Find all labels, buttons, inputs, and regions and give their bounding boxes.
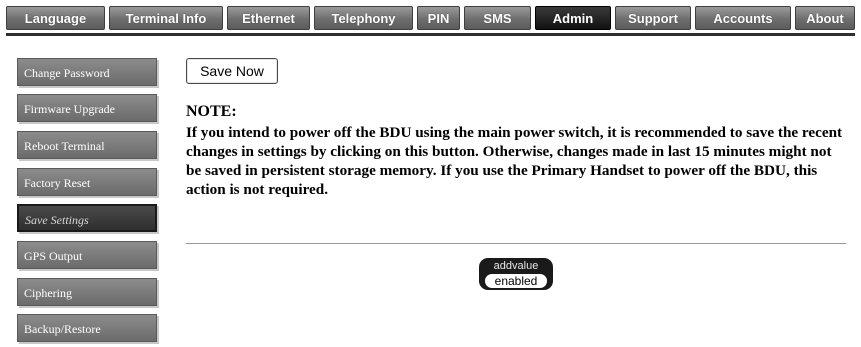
tab-sms[interactable]: SMS bbox=[464, 6, 531, 30]
sidebar-item-change-password[interactable]: Change Password bbox=[17, 58, 157, 86]
tab-ethernet[interactable]: Ethernet bbox=[227, 6, 310, 30]
tab-language[interactable]: Language bbox=[6, 6, 105, 30]
sidebar-item-save-settings[interactable]: Save Settings bbox=[17, 204, 157, 232]
tab-about[interactable]: About bbox=[795, 6, 855, 30]
content-divider bbox=[186, 243, 846, 244]
logo-top-text: addvalue bbox=[493, 260, 539, 272]
top-navigation-underline bbox=[6, 33, 855, 36]
top-navigation: Language Terminal Info Ethernet Telephon… bbox=[6, 6, 855, 34]
sidebar-item-ciphering[interactable]: Ciphering bbox=[17, 278, 157, 306]
logo-bottom-text: enabled bbox=[485, 274, 547, 288]
sidebar-item-factory-reset[interactable]: Factory Reset bbox=[17, 168, 157, 196]
tab-support[interactable]: Support bbox=[615, 6, 691, 30]
tab-accounts[interactable]: Accounts bbox=[695, 6, 791, 30]
sidebar-item-reboot-terminal[interactable]: Reboot Terminal bbox=[17, 131, 157, 159]
tab-admin[interactable]: Admin bbox=[535, 6, 611, 30]
tab-telephony[interactable]: Telephony bbox=[314, 6, 413, 30]
tab-terminal-info[interactable]: Terminal Info bbox=[109, 6, 223, 30]
tab-pin[interactable]: PIN bbox=[417, 6, 460, 30]
save-now-button[interactable]: Save Now bbox=[186, 58, 278, 84]
sidebar-item-firmware-upgrade[interactable]: Firmware Upgrade bbox=[17, 94, 157, 122]
note-title: NOTE: bbox=[186, 103, 237, 120]
addvalue-enabled-logo: addvalue enabled bbox=[479, 258, 555, 292]
note-text: If you intend to power off the BDU using… bbox=[186, 124, 843, 198]
sidebar-item-gps-output[interactable]: GPS Output bbox=[17, 241, 157, 269]
sidebar-item-backup-restore[interactable]: Backup/Restore bbox=[17, 314, 157, 342]
